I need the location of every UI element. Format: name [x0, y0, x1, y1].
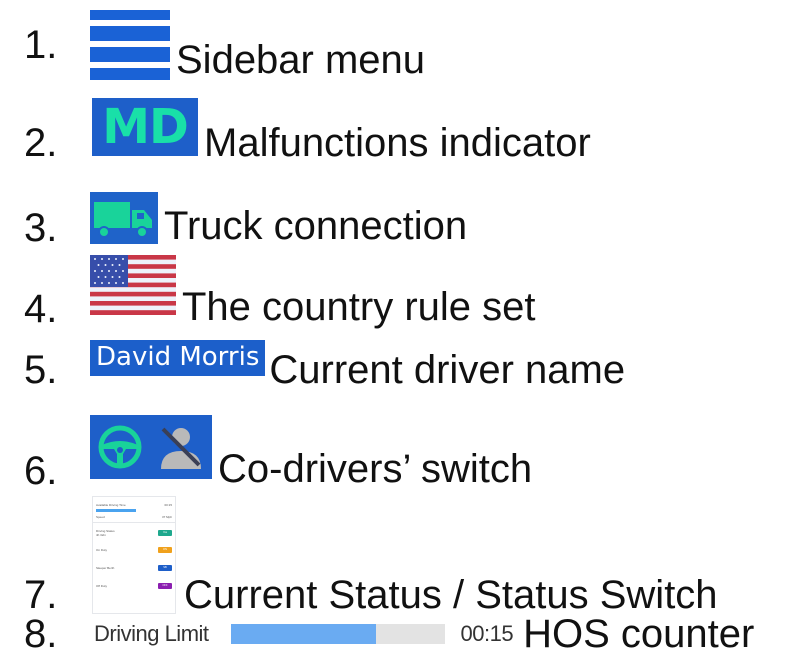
legend-item-1: 1. Sidebar menu	[0, 10, 425, 80]
hamburger-menu-icon[interactable]	[90, 10, 170, 80]
legend-item-7: 7. Available Driving Time 00:15 Speed 37…	[0, 496, 718, 617]
us-flag-icon[interactable]	[90, 255, 176, 315]
item-number: 1.	[24, 23, 58, 67]
item-number: 8.	[24, 612, 58, 656]
malfunction-indicator-badge[interactable]: MD	[92, 98, 198, 156]
item-label: Sidebar menu	[176, 38, 426, 82]
status-sub: 4h 32m	[96, 533, 107, 537]
available-driving-time-bar	[96, 509, 136, 512]
person-disabled-icon	[160, 427, 201, 469]
item-number: 3.	[24, 206, 58, 250]
hos-time: 00:15	[460, 621, 514, 646]
available-driving-time-value: 00:15	[164, 503, 172, 507]
speed-label: Speed	[96, 515, 105, 519]
steering-wheel-icon	[98, 425, 141, 469]
status-row-off-duty[interactable]: Off Duty OFF	[96, 583, 172, 589]
status-switch-thumbnail[interactable]: Available Driving Time 00:15 Speed 37 Mp…	[92, 496, 176, 614]
status-row-on-duty[interactable]: On Duty ON	[96, 547, 172, 553]
hos-progress-bar	[230, 624, 445, 644]
item-number: 7.	[24, 573, 58, 617]
item-label: HOS counter	[523, 612, 755, 656]
hos-progress-fill	[230, 624, 377, 644]
status-pill[interactable]: OFF	[158, 583, 172, 589]
co-driver-switch[interactable]	[90, 415, 212, 479]
status-label: On Duty	[96, 548, 108, 552]
legend-item-8: 8. Driving Limit 00:15 HOS counter	[0, 614, 754, 654]
legend-item-3: 3. Truck connection	[0, 192, 468, 248]
legend-item-4: 4. The country rule set	[0, 255, 536, 329]
status-row-driving[interactable]: Driving Status 4h 32m Yes	[96, 529, 172, 537]
item-number: 4.	[24, 287, 58, 331]
status-label: Sleeper Berth	[96, 566, 115, 570]
status-pill[interactable]: Yes	[158, 530, 172, 536]
status-label: Off Duty	[96, 584, 107, 588]
driver-name-chip[interactable]: David Morris	[90, 340, 266, 376]
item-number: 5.	[24, 348, 58, 392]
available-driving-time-label: Available Driving Time	[96, 503, 126, 507]
legend-item-6: 6. Co-drivers’ switch	[0, 415, 532, 491]
item-label: Co-drivers’ switch	[218, 447, 533, 491]
hos-label: Driving Limit	[94, 621, 209, 646]
legend-item-2: 2. MD Malfunctions indicator	[0, 98, 591, 163]
item-number: 6.	[24, 449, 58, 493]
item-label: Truck connection	[164, 204, 468, 248]
item-number: 2.	[24, 121, 58, 165]
item-label: The country rule set	[182, 285, 536, 329]
item-label: Malfunctions indicator	[204, 121, 591, 165]
item-label: Current Status / Status Switch	[184, 573, 718, 617]
status-row-sleeper[interactable]: Sleeper Berth SB	[96, 565, 172, 571]
legend-item-5: 5. David Morris Current driver name	[0, 338, 625, 390]
truck-icon[interactable]	[90, 192, 158, 244]
item-label: Current driver name	[269, 348, 626, 392]
status-pill[interactable]: ON	[158, 547, 172, 553]
speed-value: 37 Mph	[161, 515, 172, 519]
status-pill[interactable]: SB	[158, 565, 172, 571]
